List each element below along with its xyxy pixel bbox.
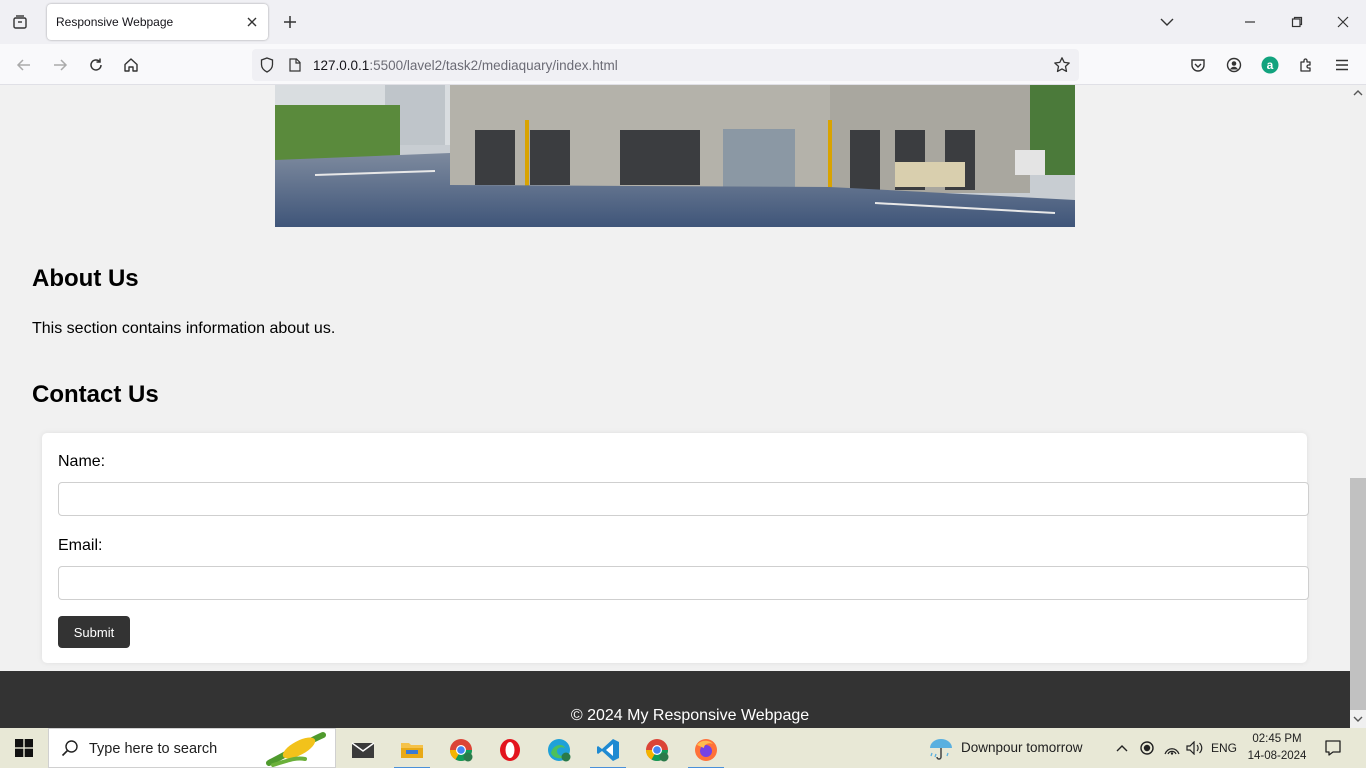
svg-text:a: a — [1267, 58, 1274, 72]
about-heading: About Us — [32, 265, 139, 292]
restore-icon[interactable] — [1285, 10, 1309, 34]
back-icon[interactable] — [11, 52, 37, 78]
contact-heading: Contact Us — [32, 381, 159, 408]
clock-time: 02:45 PM — [1252, 733, 1302, 745]
url-text[interactable]: 127.0.0.1:5500/lavel2/task2/mediaquary/i… — [313, 58, 618, 73]
home-icon[interactable] — [118, 52, 144, 78]
clock-date: 14-08-2024 — [1247, 750, 1307, 762]
language-indicator[interactable]: ENG — [1208, 738, 1240, 758]
close-window-icon[interactable] — [1331, 10, 1355, 34]
about-text: This section contains information about … — [32, 320, 336, 337]
taskbar-clock[interactable]: 02:45 PM 14-08-2024 — [1242, 731, 1312, 765]
pocket-icon[interactable] — [1185, 52, 1211, 78]
page-icon[interactable] — [286, 56, 304, 74]
notifications-icon[interactable] — [1322, 738, 1344, 758]
weather-rain-icon[interactable] — [928, 736, 954, 765]
close-tab-icon[interactable] — [244, 14, 260, 30]
corn-search-highlight-icon — [265, 731, 327, 768]
name-input[interactable] — [58, 482, 1309, 516]
hero-image — [275, 85, 1075, 227]
extension-a-icon[interactable]: a — [1257, 52, 1283, 78]
submit-button[interactable]: Submit — [58, 616, 130, 648]
page-viewport: About Us This section contains informati… — [0, 85, 1350, 728]
scroll-down-icon[interactable] — [1353, 714, 1363, 724]
new-tab-icon[interactable] — [280, 12, 300, 32]
record-icon[interactable] — [1138, 738, 1156, 758]
bookmark-star-icon[interactable] — [1053, 56, 1071, 74]
scroll-up-icon[interactable] — [1353, 88, 1363, 98]
shield-icon[interactable] — [258, 56, 276, 74]
weather-text[interactable]: Downpour tomorrow — [961, 740, 1083, 755]
mail-app-icon[interactable] — [343, 732, 383, 768]
page-scrollbar[interactable] — [1350, 85, 1366, 728]
chrome-profile-icon[interactable] — [441, 732, 481, 768]
email-input[interactable] — [58, 566, 1309, 600]
edge-icon[interactable] — [539, 732, 579, 768]
windows-start-icon[interactable] — [0, 728, 48, 768]
contact-form: Name: Email: Submit — [42, 433, 1309, 663]
tab-title: Responsive Webpage — [56, 15, 174, 29]
page-footer: © 2024 My Responsive Webpage — [0, 671, 1350, 728]
firefox-icon[interactable] — [686, 732, 726, 768]
list-all-tabs-icon[interactable] — [1155, 10, 1179, 34]
menu-icon[interactable] — [1329, 52, 1355, 78]
browser-tab[interactable]: Responsive Webpage — [47, 4, 268, 40]
tab-list-icon[interactable] — [6, 8, 34, 36]
address-bar[interactable]: 127.0.0.1:5500/lavel2/task2/mediaquary/i… — [252, 49, 1079, 81]
extensions-puzzle-icon[interactable] — [1293, 52, 1319, 78]
network-icon[interactable] — [1162, 738, 1182, 758]
vscode-icon[interactable] — [588, 732, 628, 768]
file-explorer-icon[interactable] — [392, 732, 432, 768]
opera-icon[interactable] — [490, 732, 530, 768]
browser-nav-bar: 127.0.0.1:5500/lavel2/task2/mediaquary/i… — [0, 44, 1366, 85]
scrollbar-thumb[interactable] — [1350, 478, 1366, 710]
url-path: :5500/lavel2/task2/mediaquary/index.html — [369, 58, 618, 73]
minimize-icon[interactable] — [1238, 10, 1262, 34]
reload-icon[interactable] — [83, 52, 109, 78]
forward-icon[interactable] — [47, 52, 73, 78]
show-hidden-icons-icon[interactable] — [1113, 738, 1131, 758]
taskbar-search-box[interactable]: Type here to search — [48, 728, 336, 768]
windows-taskbar: Type here to search Downpour tomorrow EN… — [0, 728, 1366, 768]
volume-icon[interactable] — [1184, 738, 1206, 758]
browser-tab-bar: Responsive Webpage — [0, 0, 1366, 44]
account-icon[interactable] — [1221, 52, 1247, 78]
email-label: Email: — [58, 537, 103, 554]
search-icon — [61, 739, 79, 762]
chrome-icon[interactable] — [637, 732, 677, 768]
search-placeholder: Type here to search — [89, 741, 218, 757]
name-label: Name: — [58, 453, 106, 470]
footer-text: © 2024 My Responsive Webpage — [570, 707, 810, 724]
url-host: 127.0.0.1 — [313, 58, 370, 73]
